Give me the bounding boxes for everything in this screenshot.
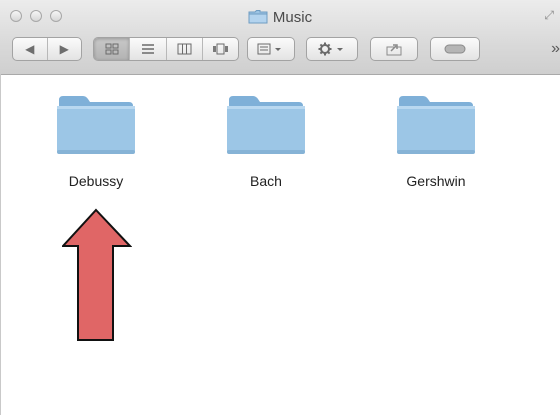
list-view-button[interactable] [129,38,165,60]
window-title: Music [0,9,560,26]
action-segment [307,38,357,60]
toolbar-overflow-button[interactable]: » [551,40,560,58]
title-bar: Music ⤢ ◀ ▶ » [0,0,560,75]
window-title-text: Music [272,9,313,26]
view-switcher [93,37,239,61]
action-button[interactable] [306,37,358,61]
tags-segment [431,38,479,60]
share-button[interactable] [370,37,418,61]
tags-button[interactable] [430,37,480,61]
folder-icon [57,96,135,154]
folder-label: Debussy [68,173,124,189]
icon-view-button[interactable] [94,38,130,60]
finder-window: Music ⤢ ◀ ▶ » Debussy Bach Gershwin [0,0,560,415]
arrange-segment [248,38,294,60]
share-icon [386,44,402,56]
tag-icon [444,44,466,54]
folder-icon [397,96,475,154]
folder-item-gershwin[interactable]: Gershwin [366,92,506,189]
back-forward-control: ◀ ▶ [12,37,82,61]
gear-icon [318,42,343,56]
annotation-arrow-icon [62,208,132,341]
share-segment [371,38,417,60]
coverflow-view-button[interactable] [201,38,238,60]
folder-label: Gershwin [406,173,466,189]
list-view-icon [141,44,154,54]
folder-label: Bach [250,173,282,189]
column-view-button[interactable] [165,38,202,60]
icon-view-icon [105,43,119,55]
folder-item-bach[interactable]: Bach [196,92,336,189]
folder-icon [227,96,305,154]
folder-icon [248,10,268,24]
column-view-icon [177,43,192,55]
arrange-button[interactable] [247,37,295,61]
back-button[interactable]: ◀ [13,38,47,60]
window-left-edge [0,74,1,415]
forward-button[interactable]: ▶ [46,38,82,60]
back-arrow-icon: ◀ [25,42,35,56]
forward-arrow-icon: ▶ [59,42,69,56]
arrange-icon [257,43,281,55]
folder-item-debussy[interactable]: Debussy [26,92,166,189]
coverflow-view-icon [212,43,228,55]
fullscreen-icon[interactable]: ⤢ [544,8,554,23]
